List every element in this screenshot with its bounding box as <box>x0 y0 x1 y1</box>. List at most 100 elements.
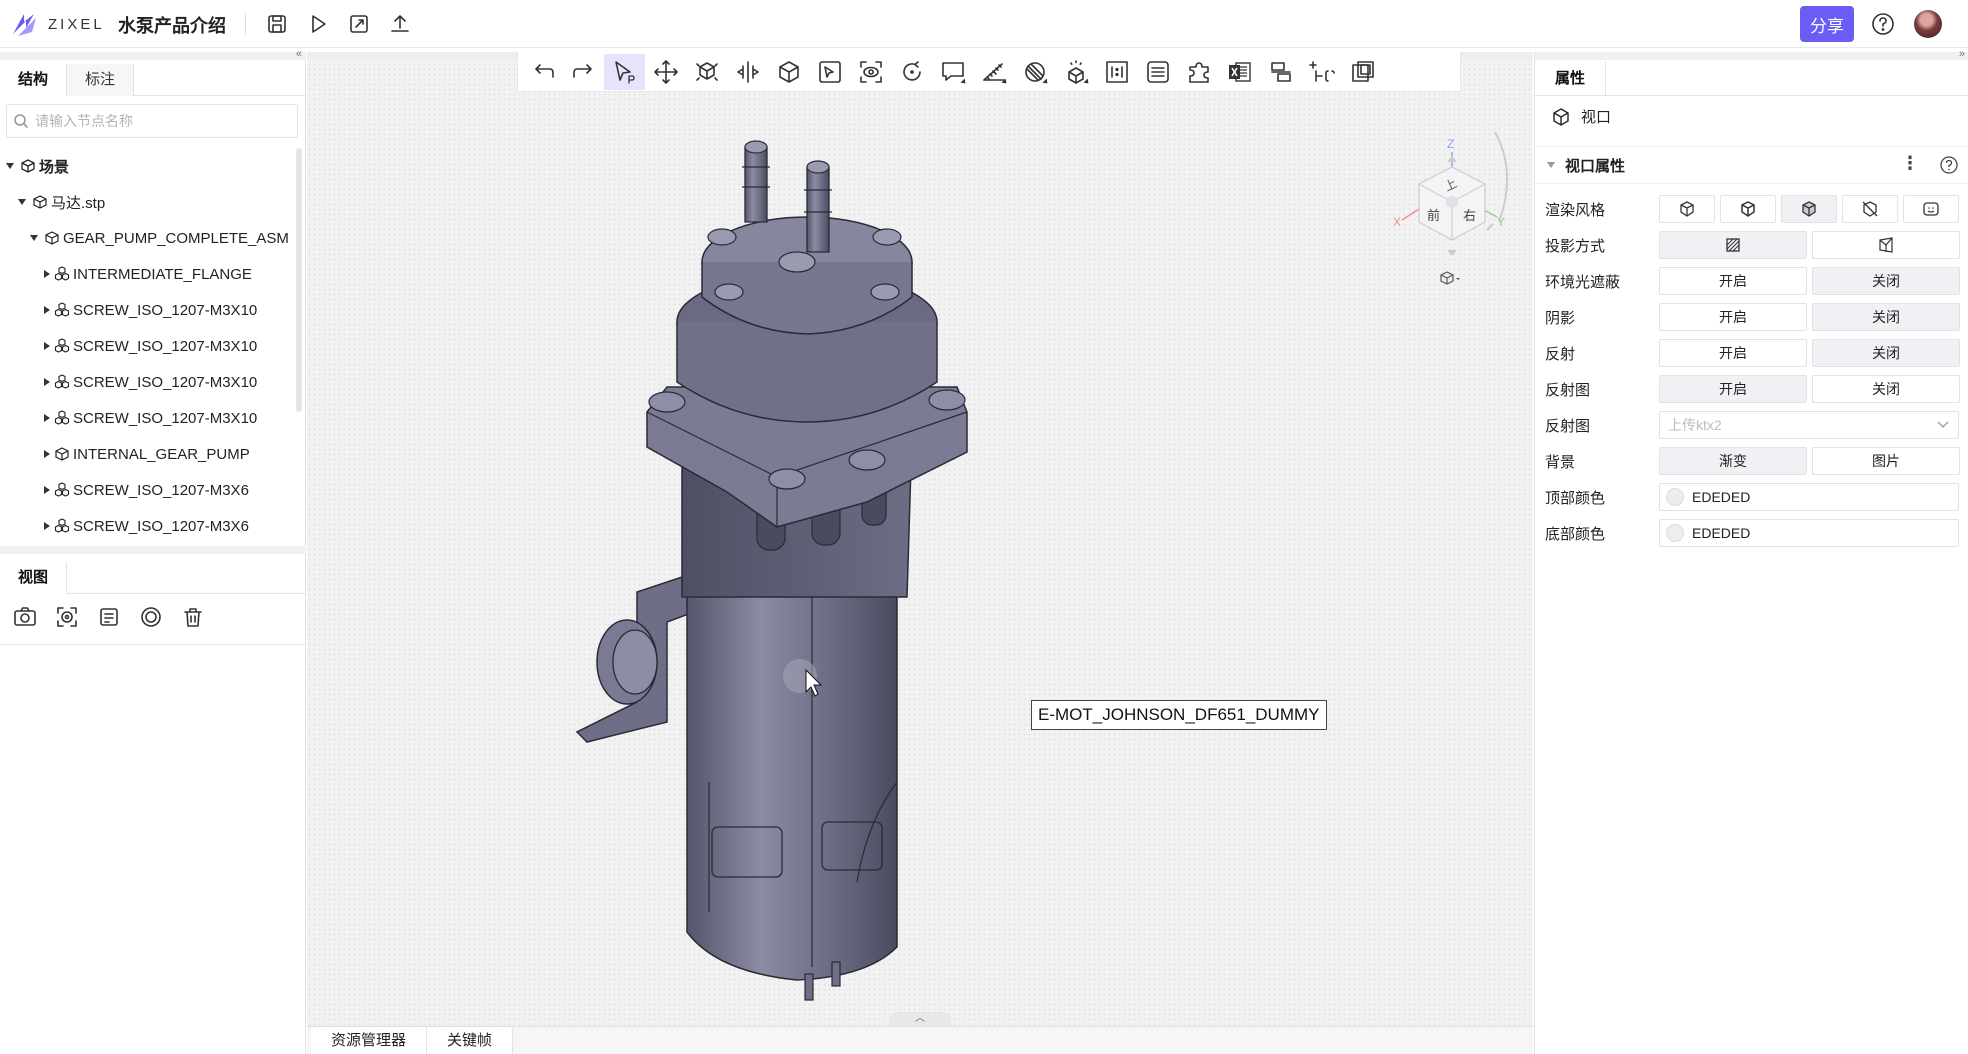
focus-view-button[interactable] <box>54 604 80 630</box>
reflection-off[interactable]: 关闭 <box>1812 339 1960 367</box>
collapse-arrow-icon[interactable] <box>44 378 50 386</box>
cube-face-right[interactable]: 右 <box>1463 209 1476 224</box>
more-options-icon[interactable]: ⋮ <box>1901 153 1919 174</box>
projection-perspective[interactable] <box>1812 231 1960 259</box>
collapse-arrow-icon[interactable] <box>44 270 50 278</box>
cube-face-front[interactable]: 前 <box>1427 208 1440 224</box>
tab-view[interactable]: 视图 <box>0 562 68 594</box>
render-style-shaded[interactable] <box>1720 195 1776 223</box>
render-style-shaded-edges[interactable] <box>1659 195 1715 223</box>
measure-tool-button[interactable] <box>973 54 1014 90</box>
collapse-arrow-icon[interactable] <box>44 306 50 314</box>
reflection-map-select[interactable]: 上传ktx2 <box>1659 411 1959 439</box>
shadow-on[interactable]: 开启 <box>1659 303 1807 331</box>
bom-list-button[interactable] <box>1137 54 1178 90</box>
render-style-realistic[interactable] <box>1781 195 1837 223</box>
top-color-field[interactable]: EDEDED <box>1659 483 1959 511</box>
align-tool-button[interactable] <box>1260 54 1301 90</box>
tree-node-file[interactable]: 马达.stp <box>0 184 296 220</box>
hierarchy-tool-button[interactable] <box>1301 54 1342 90</box>
brand-logo[interactable]: ZIXEL <box>10 10 105 38</box>
expand-arrow-icon[interactable] <box>30 235 38 241</box>
tree-node-component[interactable]: SCREW_ISO_1207-M3X6 <box>0 472 296 508</box>
plugin-button[interactable] <box>1178 54 1219 90</box>
play-button[interactable] <box>304 10 332 38</box>
user-avatar[interactable] <box>1914 10 1942 38</box>
collapse-arrow-icon[interactable] <box>44 342 50 350</box>
save-button[interactable] <box>263 10 291 38</box>
view-target-button[interactable] <box>138 604 164 630</box>
color-swatch[interactable] <box>1666 524 1684 542</box>
tree-node-scene[interactable]: 场景 <box>0 148 296 184</box>
collapse-arrow-icon[interactable] <box>1547 162 1555 168</box>
tree-node-component[interactable]: SCREW_ISO_1207-M3X10 <box>0 364 296 400</box>
background-gradient[interactable]: 渐变 <box>1659 447 1807 475</box>
tree-node-component[interactable]: INTERNAL_GEAR_PUMP <box>0 436 296 472</box>
expand-bottom-panel-button[interactable]: ︿ <box>889 1012 951 1026</box>
expand-arrow-icon[interactable] <box>18 199 26 205</box>
explode-tool-button[interactable] <box>686 54 727 90</box>
viewport-properties-header[interactable]: 视口属性 ⋮ <box>1535 146 1968 184</box>
search-input[interactable] <box>35 113 275 129</box>
tree-scrollbar[interactable] <box>296 148 302 412</box>
delete-view-button[interactable] <box>180 604 206 630</box>
tab-annotation[interactable]: 标注 <box>67 64 135 96</box>
expand-arrow-icon[interactable] <box>6 163 14 169</box>
left-collapse-strip[interactable]: « <box>0 48 306 60</box>
tree-node-component[interactable]: SCREW_ISO_1207-M3X10 <box>0 400 296 436</box>
tree-node-component[interactable]: SCREW_ISO_1207-M3X6 <box>0 508 296 544</box>
redo-button[interactable] <box>563 54 604 90</box>
multi-window-button[interactable] <box>1342 54 1383 90</box>
document-title[interactable]: 水泵产品介绍 <box>118 12 226 38</box>
collapse-right-icon[interactable]: » <box>1959 48 1965 60</box>
annotation-tool-button[interactable] <box>932 54 973 90</box>
lighting-tool-button[interactable] <box>1055 54 1096 90</box>
tab-resource-manager[interactable]: 资源管理器 <box>311 1027 428 1054</box>
projection-orthographic[interactable] <box>1659 231 1807 259</box>
ambient-occlusion-off[interactable]: 关闭 <box>1812 267 1960 295</box>
tab-properties[interactable]: 属性 <box>1535 62 1607 95</box>
cube-menu-button[interactable] <box>1440 271 1460 285</box>
view-cube-button[interactable] <box>768 54 809 90</box>
tab-keyframes[interactable]: 关键帧 <box>427 1027 514 1054</box>
tree-node-assembly[interactable]: GEAR_PUMP_COMPLETE_ASM <box>0 220 296 256</box>
capture-view-button[interactable] <box>12 604 38 630</box>
3d-viewport[interactable]: E-MOT_JOHNSON_DF651_DUMMY Z X Y 上 前 右 ︿ … <box>307 52 1533 1054</box>
undo-button[interactable] <box>522 54 563 90</box>
excel-export-button[interactable] <box>1219 54 1260 90</box>
help-button[interactable] <box>1870 11 1896 37</box>
collapse-arrow-icon[interactable] <box>44 414 50 422</box>
edit-export-button[interactable] <box>345 10 373 38</box>
tab-structure[interactable]: 结构 <box>0 64 68 96</box>
tree-node-component[interactable]: INTERMEDIATE_FLANGE <box>0 256 296 292</box>
background-image[interactable]: 图片 <box>1812 447 1960 475</box>
collapse-arrow-icon[interactable] <box>44 486 50 494</box>
bottom-color-field[interactable]: EDEDED <box>1659 519 1959 547</box>
collapse-left-icon[interactable]: « <box>296 48 302 60</box>
reflection-map-on[interactable]: 开启 <box>1659 375 1807 403</box>
render-style-custom[interactable] <box>1903 195 1959 223</box>
rotate-tool-button[interactable] <box>891 54 932 90</box>
panel-resize-handle[interactable] <box>0 546 306 554</box>
tree-node-component[interactable]: SCREW_ISO_1207-M3X10 <box>0 292 296 328</box>
shadow-off[interactable]: 关闭 <box>1812 303 1960 331</box>
reflection-on[interactable]: 开启 <box>1659 339 1807 367</box>
publish-button[interactable] <box>386 10 414 38</box>
move-tool-button[interactable] <box>645 54 686 90</box>
pump-3d-model[interactable] <box>567 122 1047 1022</box>
material-tool-button[interactable] <box>1014 54 1055 90</box>
scale-ratio-button[interactable] <box>1096 54 1137 90</box>
view-cube-gizmo[interactable]: Z X Y 上 前 右 <box>1367 112 1527 302</box>
select-tool-button[interactable] <box>604 53 645 90</box>
ambient-occlusion-on[interactable]: 开启 <box>1659 267 1807 295</box>
fit-select-button[interactable] <box>809 54 850 90</box>
share-button[interactable]: 分享 <box>1800 6 1854 42</box>
view-list-button[interactable] <box>96 604 122 630</box>
render-style-hidden[interactable] <box>1842 195 1898 223</box>
color-swatch[interactable] <box>1666 488 1684 506</box>
reflection-map-off[interactable]: 关闭 <box>1812 375 1960 403</box>
collapse-arrow-icon[interactable] <box>44 522 50 530</box>
right-collapse-strip[interactable]: » <box>1535 48 1968 60</box>
help-icon[interactable] <box>1939 155 1959 175</box>
section-tool-button[interactable] <box>727 54 768 90</box>
